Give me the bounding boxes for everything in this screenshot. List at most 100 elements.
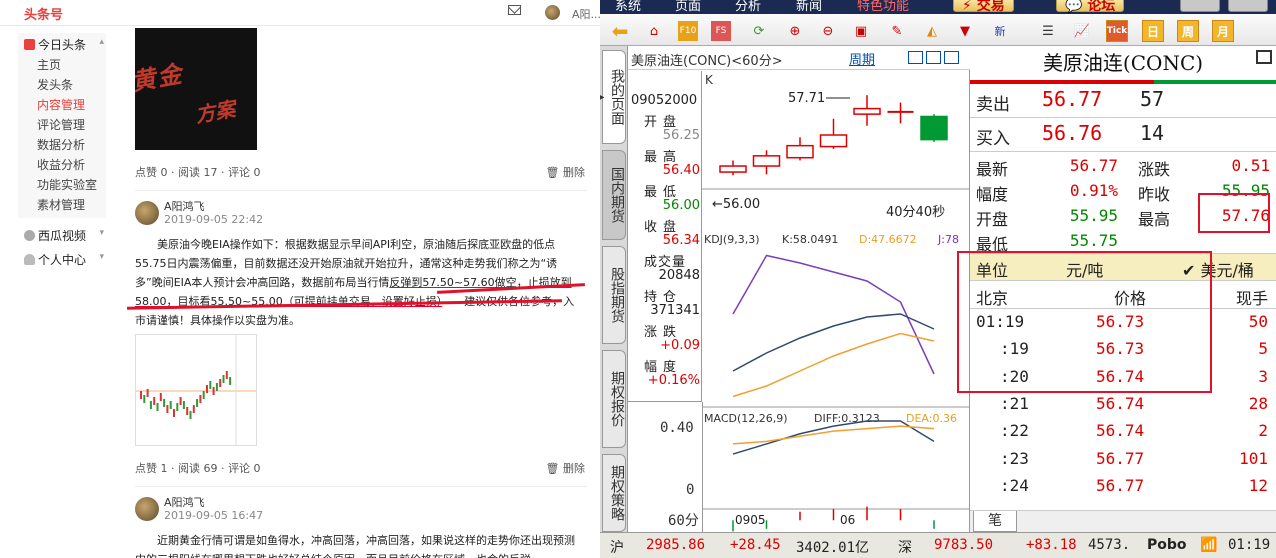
sidebar-group-xigua[interactable]: 西瓜视频 ▾: [18, 224, 106, 246]
tab-index-futures[interactable]: 股指期货: [602, 246, 626, 344]
stat-value: 56.77: [1069, 156, 1118, 175]
forum-label: 论坛: [1087, 0, 1116, 14]
mail-icon[interactable]: [508, 5, 521, 15]
forum-button[interactable]: 💬 论坛: [1056, 0, 1125, 14]
nav-end-icon[interactable]: [944, 51, 959, 64]
period-link[interactable]: 周期: [849, 49, 875, 68]
nav-right-icon[interactable]: [926, 51, 941, 64]
author-avatar[interactable]: [135, 497, 159, 521]
tab-options-strategy[interactable]: 期权策略: [602, 454, 626, 532]
kdj-j-line: [732, 332, 935, 398]
sidebar-group-personal[interactable]: 个人中心 ▾: [18, 248, 106, 270]
overlay-icon[interactable]: ▣: [851, 21, 871, 41]
tab-trades[interactable]: 笔: [973, 511, 1017, 532]
sz-change: +83.18: [1026, 537, 1077, 553]
tick-time: :22: [1000, 421, 1029, 441]
window-toggle-icon[interactable]: [1256, 50, 1272, 64]
delete-button[interactable]: 🗑 删除: [546, 164, 585, 180]
weekly-chart-button[interactable]: 周: [1177, 20, 1199, 42]
sidebar-item-data-analysis[interactable]: 数据分析: [18, 135, 106, 155]
delete-button[interactable]: 🗑 删除: [546, 460, 585, 476]
sidebar-item-content-management[interactable]: 内容管理: [18, 95, 106, 115]
tick-chart-button[interactable]: Tick: [1106, 20, 1128, 42]
sidebar-item-publish[interactable]: 发头条: [18, 75, 106, 95]
new-icon[interactable]: 新: [990, 21, 1010, 41]
info-open-value: 56.25: [662, 128, 700, 143]
user-avatar[interactable]: [545, 5, 560, 20]
filter-icon[interactable]: ▼: [955, 21, 975, 41]
menu-features[interactable]: 特色功能: [857, 0, 909, 14]
macd-dea-line: [732, 425, 935, 445]
tick-row[interactable]: :22 56.74 2: [970, 417, 1276, 444]
tick-price: 56.77: [1096, 448, 1145, 468]
tick-row[interactable]: :21 56.74 28: [970, 390, 1276, 417]
sidebar-group-toutiao[interactable]: 今日头条 ▴: [18, 33, 106, 55]
chart-header: 美原油连(CONC)<60分> 周期: [628, 46, 970, 70]
home-icon[interactable]: ⌂: [644, 21, 664, 41]
fs-icon[interactable]: FS: [711, 21, 731, 41]
author-avatar[interactable]: [135, 201, 159, 225]
mini-candle: [196, 399, 199, 407]
sidebar: 今日头条 ▴ 主页 发头条 内容管理 评论管理 数据分析 收益分析 功能实验室 …: [18, 33, 106, 270]
trend-chart-icon[interactable]: 📈: [1072, 21, 1092, 41]
author-name[interactable]: A阳鸿飞: [164, 496, 263, 509]
sidebar-item-revenue[interactable]: 收益分析: [18, 155, 106, 175]
clock-time: 01:19: [1228, 537, 1271, 553]
quote-stat-row: 最新 56.77 涨跌 0.51: [970, 154, 1276, 179]
mini-candle: [225, 371, 228, 379]
stat-label: 最新: [976, 160, 1009, 179]
mini-candle: [149, 401, 152, 409]
monthly-chart-button[interactable]: 月: [1212, 20, 1234, 42]
kline-chart[interactable]: K 57.71 ←56.00 40分40秒 KDJ(9,3,3) K:58.0491 D:4…: [702, 71, 970, 532]
menu-news[interactable]: 新闻: [796, 0, 822, 14]
top-bar: 头条号 A阳...: [0, 0, 600, 26]
post-chart-thumbnail[interactable]: [135, 334, 257, 446]
delete-label: 删除: [563, 166, 585, 179]
mini-candle: [166, 405, 169, 413]
draw-pen-icon[interactable]: ✎: [887, 21, 907, 41]
close-button[interactable]: [1228, 0, 1268, 12]
menu-analysis[interactable]: 分析: [735, 0, 761, 14]
tab-my-page[interactable]: 我的页面 ▸: [600, 50, 626, 144]
sidebar-item-materials[interactable]: 素材管理: [18, 195, 106, 215]
sh-label: 沪: [610, 540, 624, 556]
stat-label: 开盘: [976, 210, 1009, 229]
post-body: 美原油今晚EIA操作如下：根据数据显示早间API利空，原油随后探底亚欧盘的低点5…: [135, 235, 583, 330]
tick-row[interactable]: :23 56.77 101: [970, 445, 1276, 472]
refresh-icon[interactable]: ⟳: [749, 21, 769, 41]
toutiao-logo[interactable]: 头条号: [24, 4, 63, 23]
ask-label: 卖出: [976, 95, 1010, 115]
nav-left-icon[interactable]: [908, 51, 923, 64]
macd-dea-value: DEA:0.36: [906, 412, 957, 425]
mini-candle: [212, 387, 215, 395]
zoom-out-icon[interactable]: ⊖: [818, 21, 838, 41]
author-name[interactable]: A阳鸿飞: [164, 200, 263, 213]
vertical-tabs: 我的页面 ▸ 国内期货 股指期货 期权报价 期权策略: [600, 46, 628, 532]
person-icon: [24, 253, 35, 265]
tab-options-quote[interactable]: 期权报价: [602, 350, 626, 448]
sidebar-item-comments[interactable]: 评论管理: [18, 115, 106, 135]
zoom-in-icon[interactable]: ⊕: [785, 21, 805, 41]
mini-candle: [143, 395, 146, 403]
indicator-icon[interactable]: ◭: [922, 21, 942, 41]
chart-area: 美原油连(CONC)<60分> 周期 09052000 开盘 56.25 最高 …: [628, 46, 970, 532]
kdj-d-line: [732, 313, 935, 372]
menu-page[interactable]: 页面: [675, 0, 701, 14]
candle-body: [819, 134, 848, 148]
signal-icon: 📶: [1200, 537, 1218, 553]
trade-button[interactable]: ⚡ 交易: [953, 0, 1014, 14]
daily-chart-button[interactable]: 日: [1142, 20, 1164, 42]
minimize-button[interactable]: [1180, 0, 1220, 12]
tab-domestic-futures[interactable]: 国内期货: [602, 150, 626, 240]
post-thumbnail[interactable]: 黄金 方案: [135, 28, 257, 150]
back-arrow-icon[interactable]: ⬅: [610, 19, 630, 43]
list-icon[interactable]: ☰: [1038, 21, 1058, 41]
toolbar: ⬅ ⌂ F10 FS ⟳ ⊕ ⊖ ▣ ✎ ◭ ▼ 新 ☰ 📈 Tick 日 周 …: [600, 14, 1276, 46]
user-name[interactable]: A阳...: [572, 6, 600, 22]
menu-system[interactable]: 系统: [615, 0, 641, 14]
sidebar-item-home[interactable]: 主页: [18, 55, 106, 75]
tick-price: 56.74: [1096, 393, 1145, 413]
sidebar-item-lab[interactable]: 功能实验室: [18, 175, 106, 195]
f10-icon[interactable]: F10: [678, 21, 698, 41]
tick-row[interactable]: :24 56.77 12: [970, 472, 1276, 499]
